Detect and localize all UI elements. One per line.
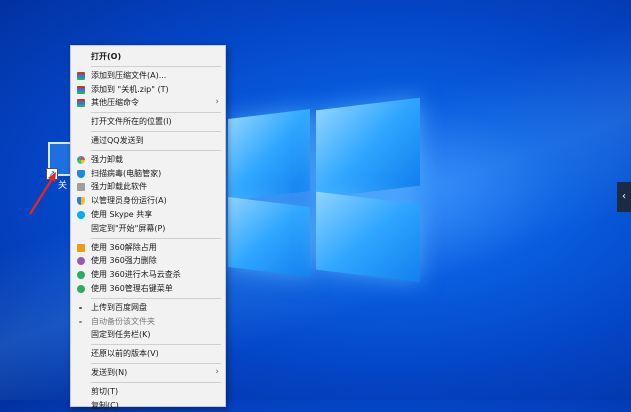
menu-item-label: 自动备份该文件夹 (91, 316, 155, 326)
menu-item-label: 通过QQ发送到 (91, 135, 144, 145)
chevron-right-icon: › (215, 97, 219, 108)
menu-item-force-uninstall-software[interactable]: 强力卸载此软件 (71, 180, 225, 194)
menu-item-label: 使用 360进行木马云查杀 (91, 270, 181, 280)
menu-item-label: 使用 360强力删除 (91, 256, 157, 266)
menu-item-label: 还原以前的版本(V) (91, 349, 159, 359)
menu-separator (91, 344, 221, 346)
annotation-arrow (28, 172, 56, 215)
menu-item-label: 打开文件所在的位置(I) (91, 117, 172, 127)
menu-item-upload-baidu[interactable]: 上传到百度网盘 (71, 301, 225, 315)
menu-item-open[interactable]: 打开(O) (71, 50, 225, 64)
menu-item-360-trojan-scan[interactable]: 使用 360进行木马云查杀 (71, 268, 225, 282)
winrar-icon (77, 99, 85, 108)
menu-item-label: 强力卸载此软件 (91, 182, 147, 192)
logo-pane-tr (316, 97, 420, 199)
menu-item-run-as-admin[interactable]: 以管理员身份运行(A) (71, 194, 225, 208)
side-collapse-tab[interactable]: ‹ (617, 182, 631, 212)
menu-item-scan-virus[interactable]: 扫描病毒(电脑管家) (71, 167, 225, 181)
logo-pane-tl (228, 108, 310, 202)
delete-360-icon (77, 257, 85, 266)
unlock-360-icon (77, 243, 85, 252)
menu-item-add-archive[interactable]: 添加到压缩文件(A)... (71, 69, 225, 83)
menu-item-label: 以管理员身份运行(A) (91, 196, 167, 206)
menu-separator (91, 149, 221, 151)
menu-separator (91, 381, 221, 383)
context-menu: 打开(O) 添加到压缩文件(A)... 添加到 "关机.zip" (T) 其他压… (70, 45, 226, 410)
menu-item-label: 固定到"开始"屏幕(P) (91, 223, 166, 233)
menu-item-label: 添加到 "关机.zip" (T) (91, 84, 169, 94)
menu-separator (91, 65, 221, 67)
menu-item-360-delete[interactable]: 使用 360强力删除 (71, 254, 225, 268)
menu-item-label: 打开(O) (91, 52, 122, 61)
dot-icon (79, 306, 82, 309)
menu-separator (91, 130, 221, 132)
skype-icon (77, 210, 85, 219)
menu-item-pin-taskbar[interactable]: 固定到任务栏(K) (71, 328, 225, 342)
menu-item-force-uninstall[interactable]: 强力卸载 (71, 153, 225, 167)
menu-item-label: 上传到百度网盘 (91, 302, 147, 312)
menu-item-label: 使用 360管理右键菜单 (91, 283, 173, 293)
menu-item-label: 使用 Skype 共享 (91, 209, 153, 219)
menu-item-360-unlock[interactable]: 使用 360解除占用 (71, 241, 225, 255)
shield-360-icon (77, 284, 85, 293)
menu-item-add-zip[interactable]: 添加到 "关机.zip" (T) (71, 83, 225, 97)
menu-separator (91, 112, 221, 114)
menu-item-label: 使用 360解除占用 (91, 242, 157, 252)
menu-item-cut[interactable]: 剪切(T) (71, 385, 225, 399)
chevron-right-icon: › (215, 366, 219, 377)
logo-pane-br (316, 191, 420, 283)
menu-item-auto-backup[interactable]: 自动备份该文件夹 (71, 315, 225, 329)
trash-icon (77, 183, 85, 192)
menu-item-label: 其他压缩命令 (91, 98, 139, 108)
menu-item-label: 强力卸载 (91, 154, 123, 164)
windows-logo (228, 97, 423, 283)
menu-item-label: 扫描病毒(电脑管家) (91, 168, 162, 178)
uac-shield-icon (77, 197, 85, 206)
menu-item-label: 剪切(T) (91, 386, 119, 396)
menu-item-label: 发送到(N) (91, 367, 128, 377)
menu-item-pin-start[interactable]: 固定到"开始"屏幕(P) (71, 222, 225, 236)
shield-360-icon (77, 271, 85, 280)
menu-item-copy[interactable]: 复制(C) (71, 399, 225, 412)
menu-item-360-manage-menu[interactable]: 使用 360管理右键菜单 (71, 282, 225, 296)
menu-separator (91, 237, 221, 239)
logo-pane-bl (228, 196, 310, 278)
menu-item-other-compress[interactable]: 其他压缩命令 › (71, 96, 225, 110)
menu-item-label: 固定到任务栏(K) (91, 330, 151, 340)
menu-item-send-to[interactable]: 发送到(N) › (71, 366, 225, 380)
dot-icon (79, 320, 82, 323)
menu-item-send-qq[interactable]: 通过QQ发送到 (71, 134, 225, 148)
menu-item-label: 添加到压缩文件(A)... (91, 70, 167, 80)
pinwheel-icon (77, 155, 85, 164)
menu-item-label: 复制(C) (91, 400, 119, 410)
menu-item-open-location[interactable]: 打开文件所在的位置(I) (71, 115, 225, 129)
winrar-icon (77, 85, 85, 94)
menu-separator (91, 297, 221, 299)
menu-item-skype-share[interactable]: 使用 Skype 共享 (71, 208, 225, 222)
menu-separator (91, 362, 221, 364)
menu-item-restore-version[interactable]: 还原以前的版本(V) (71, 347, 225, 361)
winrar-icon (77, 71, 85, 80)
shield-icon (77, 169, 85, 178)
